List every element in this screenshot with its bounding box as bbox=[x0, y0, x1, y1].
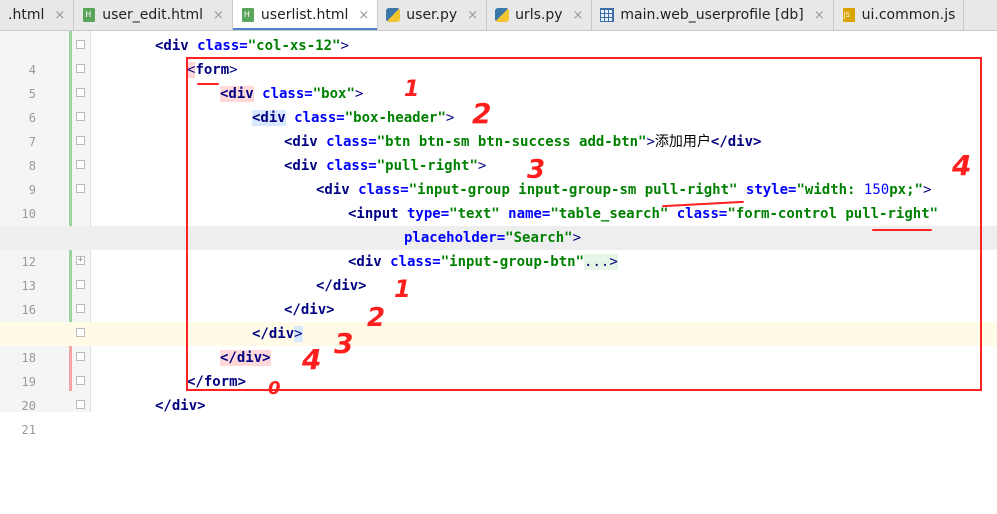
tab-label: ui.common.js bbox=[861, 7, 956, 23]
tab-html-partial[interactable]: .html × bbox=[0, 0, 75, 30]
tab-label: userlist.html bbox=[260, 7, 349, 23]
line-number: 21 bbox=[21, 423, 36, 437]
annotation-number: 3 bbox=[527, 155, 546, 185]
tab-db-userprofile[interactable]: main.web_userprofile [db] × bbox=[592, 0, 834, 30]
python-file-icon bbox=[495, 8, 510, 22]
tab-label: user_edit.html bbox=[102, 7, 204, 23]
annotation-underline bbox=[872, 229, 932, 231]
close-icon[interactable]: × bbox=[573, 8, 584, 23]
code-text: <div class="col-xs-12"> bbox=[155, 38, 349, 54]
html-file-icon bbox=[82, 8, 96, 22]
fold-toggle-icon[interactable] bbox=[76, 280, 85, 289]
code-line-4: 4 <div class="col-xs-12"> bbox=[0, 34, 997, 77]
annotation-number: 1 bbox=[404, 77, 420, 102]
annotation-number: 4 bbox=[952, 149, 972, 182]
tab-user-py[interactable]: user.py × bbox=[378, 0, 488, 30]
fold-toggle-icon[interactable] bbox=[76, 40, 85, 49]
fold-toggle-icon[interactable] bbox=[76, 160, 85, 169]
fold-toggle-icon[interactable] bbox=[76, 184, 85, 193]
expand-fold-icon[interactable]: + bbox=[76, 256, 85, 265]
close-icon[interactable]: × bbox=[358, 8, 369, 23]
annotation-number: 3 bbox=[334, 327, 354, 360]
annotation-number: 4 bbox=[302, 343, 322, 376]
code-text: </div> bbox=[155, 398, 206, 414]
fold-toggle-icon[interactable] bbox=[76, 304, 85, 313]
close-icon[interactable]: × bbox=[814, 8, 825, 23]
fold-toggle-icon[interactable] bbox=[76, 112, 85, 121]
tab-label: urls.py bbox=[515, 7, 563, 23]
annotation-box bbox=[186, 57, 982, 391]
close-icon[interactable]: × bbox=[467, 8, 478, 23]
close-icon[interactable]: × bbox=[213, 8, 224, 23]
fold-toggle-icon[interactable] bbox=[76, 352, 85, 361]
fold-toggle-icon[interactable] bbox=[76, 376, 85, 385]
fold-toggle-icon[interactable] bbox=[76, 400, 85, 409]
annotation-number: 2 bbox=[472, 97, 492, 130]
annotation-number: 1 bbox=[394, 275, 411, 303]
python-file-icon bbox=[386, 8, 401, 22]
tab-user-edit-html[interactable]: user_edit.html × bbox=[74, 0, 233, 30]
html-file-icon bbox=[241, 8, 255, 22]
tab-label: .html bbox=[8, 7, 45, 23]
close-icon[interactable]: × bbox=[54, 8, 65, 23]
annotation-number: 0 bbox=[268, 378, 281, 399]
db-table-icon bbox=[600, 8, 615, 22]
tab-urls-py[interactable]: urls.py × bbox=[487, 0, 593, 30]
tab-ui-common-js[interactable]: ui.common.js bbox=[834, 0, 965, 30]
code-editor[interactable]: 4 <div class="col-xs-12"> 5 <form> 6 <di… bbox=[0, 31, 997, 437]
tab-label: user.py bbox=[406, 7, 458, 23]
editor-tab-bar: .html × user_edit.html × userlist.html ×… bbox=[0, 0, 997, 31]
js-file-icon bbox=[842, 8, 856, 22]
fold-toggle-icon[interactable] bbox=[76, 328, 85, 337]
tab-label: main.web_userprofile [db] bbox=[620, 7, 804, 23]
fold-toggle-icon[interactable] bbox=[76, 88, 85, 97]
annotation-underline bbox=[197, 83, 219, 85]
annotation-number: 2 bbox=[367, 303, 386, 333]
tab-userlist-html[interactable]: userlist.html × bbox=[232, 0, 379, 30]
code-line-21: 21 </div> bbox=[0, 394, 997, 437]
fold-toggle-icon[interactable] bbox=[76, 64, 85, 73]
fold-toggle-icon[interactable] bbox=[76, 136, 85, 145]
